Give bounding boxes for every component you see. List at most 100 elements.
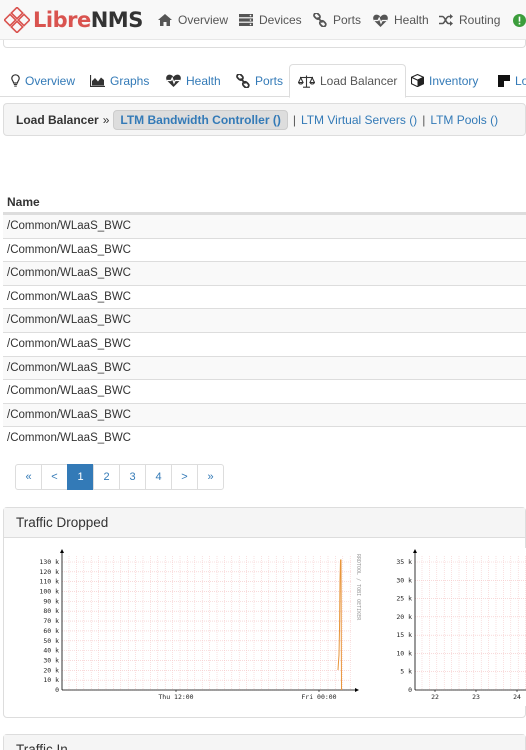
table-row[interactable]: /Common/WLaaS_BWC: [3, 355, 526, 380]
nav-overview[interactable]: Overview: [158, 0, 228, 40]
lightbulb-icon: [11, 74, 20, 87]
graph-plot-area: [62, 556, 352, 690]
table-row[interactable]: /Common/WLaaS_BWC: [3, 308, 526, 332]
traffic-in-panel: Traffic In: [3, 734, 526, 750]
tab-inventory-label: Inventory: [429, 73, 479, 88]
table-row[interactable]: /Common/WLaaS_BWC: [3, 214, 526, 238]
nav-overview-label: Overview: [178, 13, 229, 27]
load-balancer-breadcrumb: Load Balancer » LTM Bandwidth Controller…: [3, 103, 526, 136]
tab-load-balancer[interactable]: Load Balancer: [289, 64, 407, 98]
nav-ports[interactable]: Ports: [313, 0, 361, 40]
nav-routing-label: Routing: [459, 13, 501, 27]
device-header-strip: [3, 40, 526, 48]
traffic-in-title: Traffic In: [4, 735, 525, 750]
brand-libre-text: Libre: [33, 8, 91, 32]
brand-nms-text: NMS: [90, 8, 144, 32]
table-row[interactable]: /Common/WLaaS_BWC: [3, 284, 526, 309]
breadcrumb-separator: »: [102, 112, 110, 127]
pagination: « < 1 2 3 4 > »: [15, 464, 224, 490]
tab-health-label: Health: [186, 73, 221, 88]
graph-y-tick-label: 50 k: [43, 637, 59, 645]
link-icon: [236, 73, 250, 88]
breadcrumb-title: Load Balancer: [16, 112, 99, 127]
breadcrumb-pipe: |: [422, 112, 426, 127]
pagination-prev[interactable]: <: [41, 464, 68, 490]
graph-y-tick-label: 25 k: [396, 595, 412, 603]
tab-overview[interactable]: Overview: [11, 64, 75, 97]
heartbeat-icon: [373, 14, 388, 27]
tab-ports-label: Ports: [255, 73, 284, 88]
graph-y-tick-label: 20 k: [396, 613, 412, 621]
home-icon: [158, 14, 172, 26]
top-navbar: LibreNMS Overview Devices Ports Health R…: [0, 0, 526, 40]
pagination-first[interactable]: «: [15, 464, 42, 490]
traffic-dropped-graph-secondary[interactable]: 35 k 30 k 25 k 20 k 15 k 10 k 5 k 0 22 23 24: [390, 548, 526, 706]
graph-y-tick-label: 0: [408, 686, 412, 694]
graph-x-tick-label: 22: [431, 693, 439, 701]
nav-alerts[interactable]: [513, 0, 526, 40]
tab-inventory[interactable]: Inventory: [411, 64, 478, 97]
table-row[interactable]: /Common/WLaaS_BWC: [3, 426, 526, 450]
server-icon: [239, 14, 253, 26]
pagination-page-4[interactable]: 4: [145, 464, 172, 490]
graph-x-tick-label: 23: [472, 693, 480, 701]
table-row[interactable]: /Common/WLaaS_BWC: [3, 261, 526, 285]
tab-graphs[interactable]: Graphs: [90, 64, 149, 97]
table-row[interactable]: /Common/WLaaS_BWC: [3, 237, 526, 262]
breadcrumb-ltm-bandwidth-controller[interactable]: LTM Bandwidth Controller (): [113, 109, 288, 130]
pagination-last[interactable]: »: [197, 464, 224, 490]
table-row[interactable]: /Common/WLaaS_BWC: [3, 402, 526, 427]
graph-x-arrow: [355, 688, 359, 692]
tab-health[interactable]: Health: [166, 64, 221, 97]
alert-circle-icon: [513, 13, 526, 27]
tab-logs-label: Lo: [515, 73, 526, 88]
nav-devices[interactable]: Devices: [239, 0, 302, 40]
graph-x-tick-label: Fri 00:00: [301, 693, 336, 701]
breadcrumb-pipe: |: [292, 112, 296, 127]
librenms-logo-icon: [4, 7, 30, 33]
graph-y-tick-label: 120 k: [39, 568, 59, 576]
table-row[interactable]: /Common/WLaaS_BWC: [3, 379, 526, 403]
area-chart-icon: [90, 74, 105, 87]
pagination-next[interactable]: >: [171, 464, 198, 490]
graph-x-tick-label: Thu 12:00: [158, 693, 193, 701]
link-icon: [313, 13, 327, 27]
nav-routing[interactable]: Routing: [439, 0, 500, 40]
graph-x-tick-label: 24: [513, 693, 521, 701]
table-header-name[interactable]: Name: [3, 190, 526, 214]
graph-y-tick-label: 70 k: [43, 617, 59, 625]
graph-y-tick-label: 5 k: [400, 668, 412, 676]
nav-devices-label: Devices: [259, 13, 302, 27]
traffic-dropped-title: Traffic Dropped: [4, 508, 525, 538]
pagination-page-3[interactable]: 3: [119, 464, 146, 490]
traffic-dropped-graph[interactable]: 130 k 120 k 110 k 100 k90 k 80 k 70 k 60 k 50 k…: [20, 548, 365, 706]
breadcrumb-ltm-virtual-servers[interactable]: LTM Virtual Servers (): [301, 113, 417, 127]
graph-y-tick-label: 80 k: [43, 607, 59, 615]
nav-health-label: Health: [394, 13, 429, 27]
pagination-page-2[interactable]: 2: [93, 464, 120, 490]
graph-y-tick-label: 100 k: [39, 588, 59, 596]
random-icon: [439, 14, 453, 26]
graph-y-tick-label: 10 k: [43, 676, 59, 684]
graph-y-tick-label: 60 k: [43, 627, 59, 635]
graph-y-tick-label: 30 k: [396, 576, 412, 584]
graph-watermark-label: RRDTOOL / TOBI OETIKER: [355, 554, 361, 621]
tab-ports[interactable]: Ports: [236, 64, 283, 97]
tab-logs[interactable]: Lo: [498, 64, 526, 97]
brand-logo[interactable]: LibreNMS: [4, 6, 143, 34]
cube-icon: [411, 74, 424, 87]
device-tabs: Overview Graphs Health Ports Load Balanc…: [0, 64, 526, 98]
graph-y-tick-label: 40 k: [43, 647, 59, 655]
graph-y-tick-label: 10 k: [396, 649, 412, 657]
table-row[interactable]: /Common/WLaaS_BWC: [3, 331, 526, 356]
balance-scale-icon: [298, 75, 315, 88]
graph-y-tick-label: 110 k: [39, 578, 59, 586]
nav-health[interactable]: Health: [373, 0, 429, 40]
graph-y-tick-label: 35 k: [396, 558, 412, 566]
graph-y-tick-label: 90 k: [43, 597, 59, 605]
heartbeat-icon: [166, 74, 181, 87]
tab-load-balancer-label: Load Balancer: [320, 74, 398, 88]
pagination-page-1[interactable]: 1: [67, 464, 94, 490]
breadcrumb-ltm-pools[interactable]: LTM Pools (): [430, 113, 498, 127]
graph-y-tick-label: 0: [55, 686, 59, 694]
